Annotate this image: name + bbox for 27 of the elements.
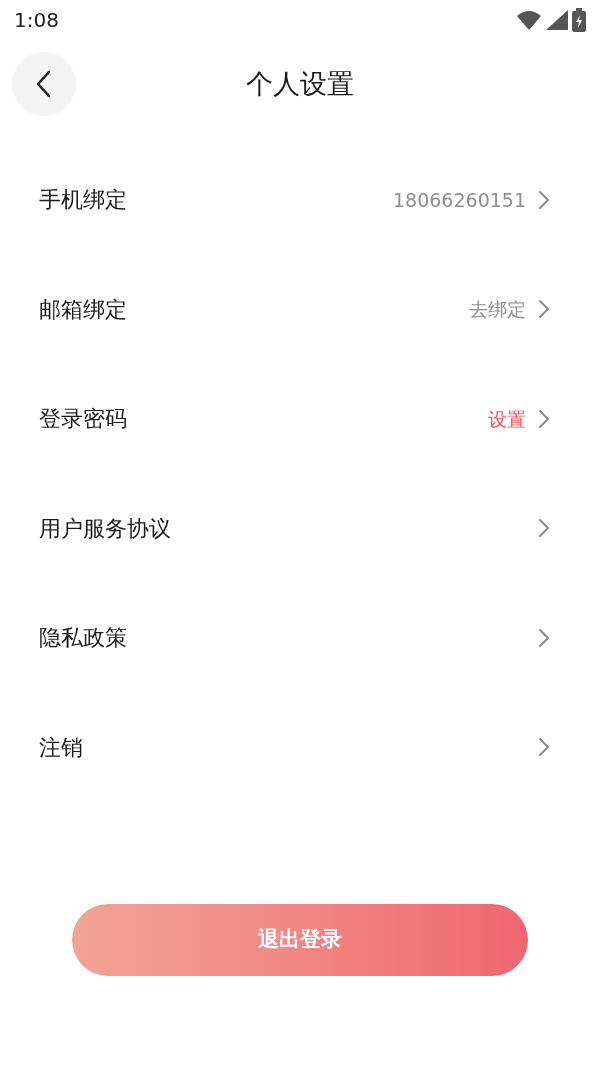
row-value: 18066260151 [393,187,526,213]
chevron-right-icon [538,518,550,539]
row-value: 设置 [488,406,526,432]
settings-row[interactable]: 用户服务协议 [0,473,600,583]
row-label: 邮箱绑定 [39,295,128,324]
settings-row[interactable]: 隐私政策 [0,583,600,693]
battery-icon [572,8,586,32]
chevron-right-icon [538,299,550,320]
row-label: 注销 [39,733,84,762]
chevron-right-icon [538,408,550,429]
signal-icon [546,10,568,30]
row-label: 手机绑定 [39,186,128,215]
settings-row[interactable]: 邮箱绑定 去绑定 [0,254,600,364]
wifi-icon [516,10,542,30]
chevron-right-icon [538,189,550,210]
row-label: 隐私政策 [39,624,128,653]
row-value: 去绑定 [469,297,526,322]
back-icon [36,70,52,98]
settings-row[interactable]: 登录密码 设置 [0,364,600,474]
status-time: 1:08 [14,7,59,34]
settings-row[interactable]: 注销 [0,692,600,802]
row-label: 登录密码 [39,405,128,434]
row-label: 用户服务协议 [39,514,172,543]
chevron-right-icon [538,737,550,758]
chevron-right-icon [538,627,550,648]
settings-row[interactable]: 手机绑定 18066260151 [0,145,600,255]
page-title: 个人设置 [246,66,354,101]
